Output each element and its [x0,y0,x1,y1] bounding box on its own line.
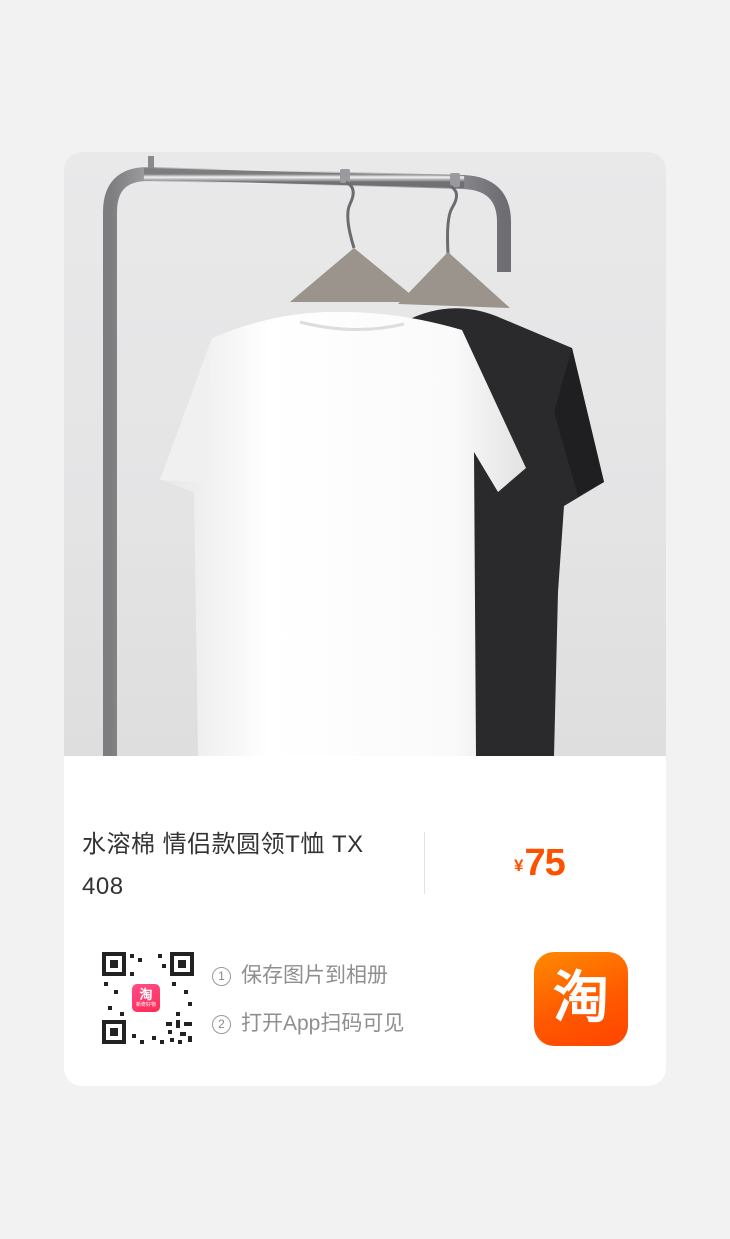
step-number-1: 1 [212,967,231,986]
step-label: 打开App扫码可见 [241,1012,405,1035]
step-label: 保存图片到相册 [241,964,388,987]
product-photo-illustration [103,156,604,756]
taobao-app-icon[interactable]: 淘 [534,952,628,1046]
step-number-2: 2 [212,1015,231,1034]
step-open-app: 2 打开App扫码可见 [212,1008,404,1056]
share-steps: 1 保存图片到相册 2 打开App扫码可见 [212,960,404,1056]
currency-symbol: ¥ [514,856,524,875]
price-value: 75 [524,842,565,884]
product-price: ¥75 [514,842,566,885]
product-title[interactable]: 水溶棉 情侣款圆领T恤 TX 408 [82,824,402,908]
product-image[interactable] [64,152,666,756]
share-card: 水溶棉 情侣款圆领T恤 TX 408 ¥75 淘 新奇好物 1 保存图片到相册 … [64,152,666,1086]
divider [424,832,425,894]
taobao-mini-logo: 淘 新奇好物 [130,982,162,1014]
step-save-image: 1 保存图片到相册 [212,960,404,1008]
taobao-logo-char: 淘 [553,966,609,1031]
